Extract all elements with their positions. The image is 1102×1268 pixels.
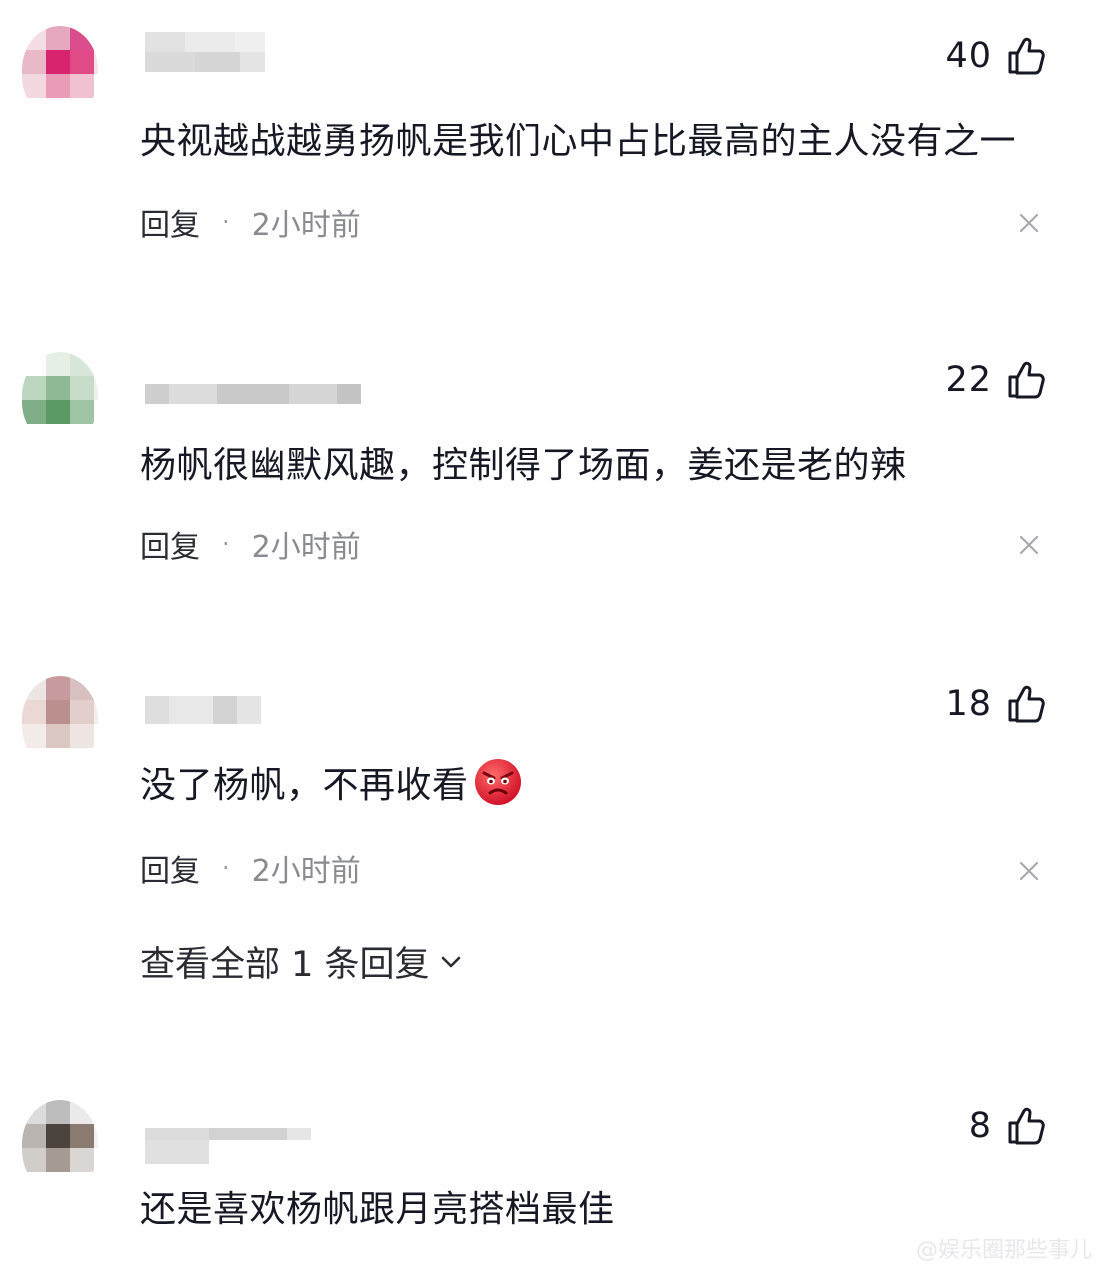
like-count: 18 — [945, 684, 992, 724]
separator-dot: · — [222, 208, 230, 236]
comment-text: 杨帆很幽默风趣，控制得了场面，姜还是老的辣 — [140, 445, 907, 486]
username-blurred[interactable] — [145, 1128, 311, 1164]
close-icon[interactable] — [1018, 860, 1040, 882]
comment-text-content: 没了杨帆，不再收看 — [140, 765, 469, 806]
like-button[interactable]: 8 — [969, 1106, 1046, 1146]
separator-dot: · — [222, 530, 230, 558]
thumbs-up-icon — [1008, 685, 1045, 723]
username-blurred[interactable] — [145, 384, 361, 404]
avatar[interactable] — [22, 352, 98, 446]
like-count: 40 — [945, 36, 992, 76]
thumbs-up-icon — [1008, 1107, 1045, 1145]
comment-meta: 回复 · 2小时前 — [140, 200, 361, 244]
close-icon[interactable] — [1018, 212, 1040, 234]
timestamp: 2小时前 — [251, 530, 361, 565]
comment-meta: 回复 · 2小时前 — [140, 522, 361, 566]
like-button[interactable]: 22 — [945, 360, 1046, 400]
reply-button[interactable]: 回复 — [140, 522, 200, 566]
chevron-down-icon — [441, 956, 460, 967]
avatar[interactable] — [22, 1100, 98, 1194]
thumbs-up-icon — [1008, 361, 1045, 399]
reply-button[interactable]: 回复 — [140, 846, 200, 890]
comment-text: 还是喜欢杨帆跟月亮搭档最佳 — [140, 1189, 615, 1230]
thumbs-up-icon — [1008, 37, 1045, 75]
like-count: 8 — [968, 1106, 992, 1146]
reply-button[interactable]: 回复 — [140, 200, 200, 244]
like-count: 22 — [945, 360, 992, 400]
avatar[interactable] — [22, 26, 98, 120]
timestamp: 2小时前 — [251, 208, 361, 243]
comment-meta: 回复 · 2小时前 — [140, 846, 361, 890]
avatar[interactable] — [22, 676, 98, 770]
angry-face-emoji-icon — [474, 759, 521, 805]
comment-text: 没了杨帆，不再收看 — [140, 756, 523, 808]
username-blurred[interactable] — [145, 696, 261, 724]
timestamp: 2小时前 — [251, 854, 361, 889]
like-button[interactable]: 40 — [945, 36, 1046, 76]
watermark: @娱乐圈那些事儿 — [915, 1238, 1092, 1263]
view-all-replies-button[interactable]: 查看全部 1 条回复 — [140, 936, 464, 987]
view-replies-label: 查看全部 1 条回复 — [140, 945, 430, 985]
like-button[interactable]: 18 — [945, 684, 1046, 724]
separator-dot: · — [222, 854, 230, 882]
username-blurred[interactable] — [145, 32, 265, 72]
comment-text: 央视越战越勇扬帆是我们心中占比最高的主人没有之一 — [140, 121, 1017, 162]
close-icon[interactable] — [1018, 534, 1040, 556]
comment-list-page: 40 央视越战越勇扬帆是我们心中占比最高的主人没有之一 回复 · 2小时前 22… — [0, 0, 1102, 1268]
